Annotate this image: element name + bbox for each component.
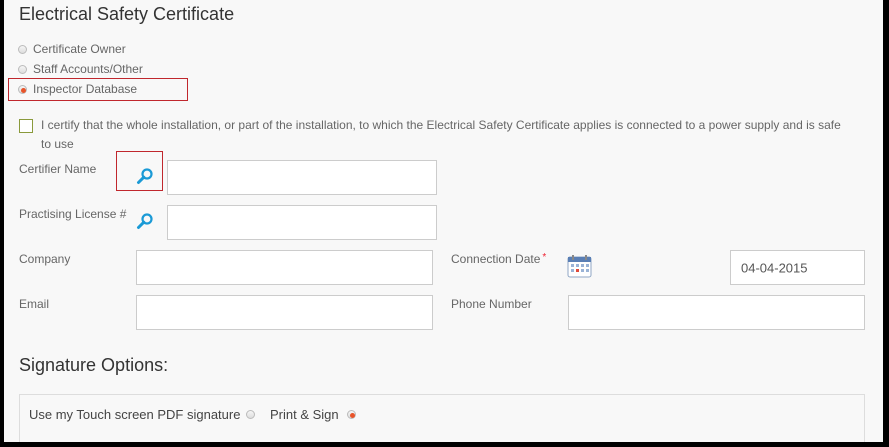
connection-date-label: Connection Date *	[451, 252, 546, 266]
calendar-icon[interactable]	[567, 254, 592, 278]
radio-label: Certificate Owner	[33, 42, 126, 56]
certifier-name-label: Certifier Name	[19, 162, 97, 176]
certifier-name-input[interactable]	[167, 160, 437, 195]
radio-staff-accounts[interactable]: Staff Accounts/Other	[18, 61, 143, 77]
company-label: Company	[19, 252, 71, 266]
input-value: 04-04-2015	[741, 260, 808, 275]
signature-options-heading: Signature Options:	[19, 355, 169, 375]
search-icon[interactable]	[136, 167, 154, 185]
certify-text: I certify that the whole installation, o…	[41, 118, 841, 151]
radio-button[interactable]	[18, 44, 27, 54]
radio-label: Inspector Database	[33, 82, 138, 96]
connection-date-input[interactable]: 04-04-2015	[730, 250, 865, 285]
signature-option-touch[interactable]: Use my Touch screen PDF signature	[29, 407, 256, 422]
phone-number-input[interactable]	[568, 295, 865, 330]
radio-label: Staff Accounts/Other	[33, 62, 143, 76]
practising-license-label: Practising License #	[19, 207, 127, 221]
practising-license-input[interactable]	[167, 205, 437, 240]
required-mark: *	[542, 252, 547, 263]
phone-number-label: Phone Number	[451, 297, 532, 311]
radio-button[interactable]	[246, 410, 256, 419]
radio-button-selected[interactable]	[18, 84, 27, 94]
email-label: Email	[19, 297, 50, 311]
radio-button[interactable]	[18, 64, 27, 74]
radio-inspector-database[interactable]: Inspector Database	[18, 81, 137, 97]
signature-option-print-sign[interactable]: Print & Sign	[270, 407, 356, 422]
connection-date-label-text: Connection Date	[451, 252, 541, 266]
signature-option-label: Print & Sign	[270, 407, 339, 422]
signature-option-label: Use my Touch screen PDF signature	[29, 407, 241, 422]
company-input[interactable]	[136, 250, 433, 285]
email-input[interactable]	[136, 295, 433, 330]
form-title: Electrical Safety Certificate	[19, 4, 235, 24]
search-icon[interactable]	[136, 212, 154, 230]
radio-button-selected[interactable]	[346, 410, 356, 419]
certify-checkbox[interactable]	[19, 119, 33, 133]
certificate-form-panel: Electrical Safety Certificate Certificat…	[4, 0, 883, 442]
radio-certificate-owner[interactable]: Certificate Owner	[18, 41, 126, 57]
